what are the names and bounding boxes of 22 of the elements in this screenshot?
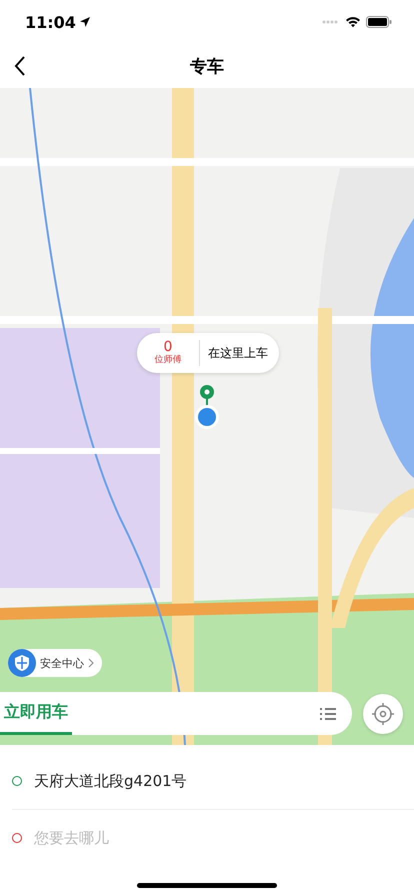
signal-icon: [322, 20, 340, 24]
location-pin-icon: [193, 383, 221, 431]
shield-icon: [8, 649, 36, 677]
page-title: 专车: [190, 56, 224, 78]
battery-icon: [366, 16, 392, 28]
status-time: 11:04: [25, 12, 76, 32]
location-arrow-icon: [78, 16, 91, 28]
driver-count-label: 位师傅: [154, 356, 182, 366]
pickup-label: 在这里上车: [207, 344, 268, 362]
chevron-right-icon: [88, 658, 94, 668]
list-icon[interactable]: [320, 706, 336, 720]
wifi-icon: [345, 16, 361, 28]
locate-icon: [371, 702, 395, 726]
destination-marker-icon: [12, 833, 22, 843]
pickup-field[interactable]: 天府大道北段g4201号: [34, 770, 374, 792]
tab[interactable]: 立即用车: [0, 692, 72, 735]
driver-count: 0: [164, 340, 172, 356]
pickup-bubble[interactable]: 0 位师傅 在这里上车: [137, 333, 279, 373]
safety-center-button[interactable]: 安全中心: [8, 649, 102, 677]
back-icon: [14, 56, 26, 76]
origin-marker-icon: [12, 776, 22, 786]
destination-field[interactable]: 您要去哪儿: [34, 827, 374, 849]
